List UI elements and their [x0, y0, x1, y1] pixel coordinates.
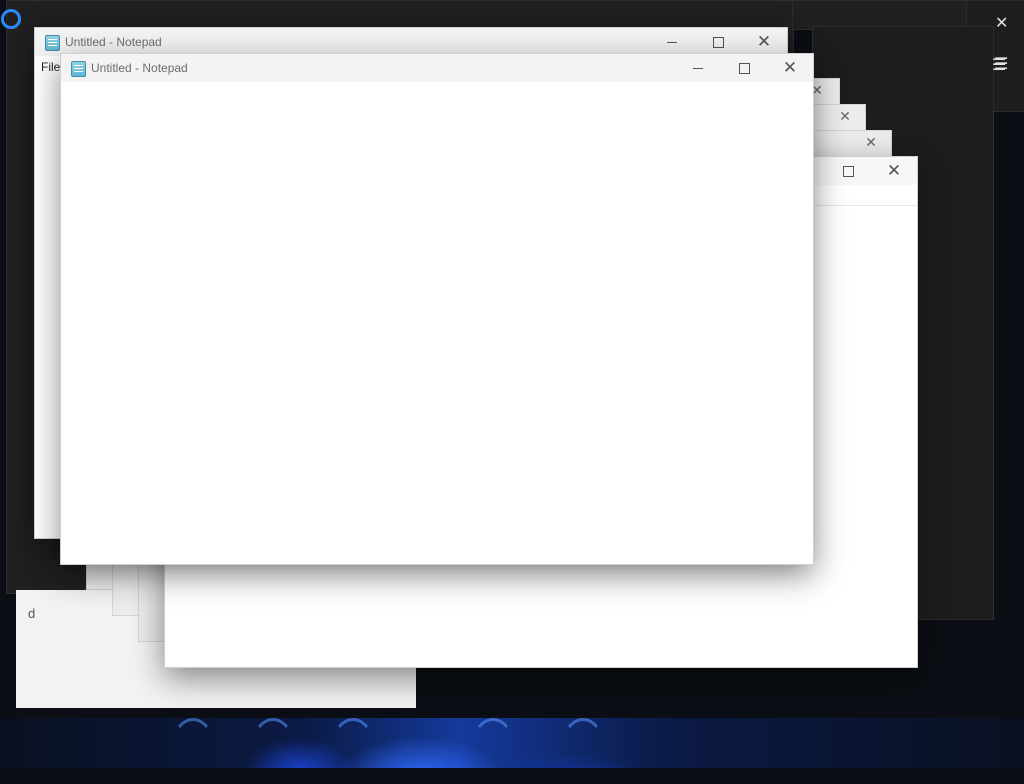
desktop-wallpaper: [0, 718, 1024, 768]
hamburger-icon: ☰: [994, 54, 1009, 73]
window-title: Untitled - Notepad: [91, 61, 188, 75]
title-bar: Untitled - Notepad ✕: [35, 28, 787, 56]
maximize-icon[interactable]: [721, 54, 767, 82]
notepad-icon: [71, 61, 86, 77]
cortana-ring-icon[interactable]: [1, 9, 21, 29]
notepad-window-front: Untitled - Notepad ✕: [60, 53, 814, 565]
close-icon[interactable]: ✕: [871, 157, 917, 185]
title-bar: Untitled - Notepad ✕: [61, 54, 813, 82]
menu-file[interactable]: File: [41, 60, 60, 74]
minimize-icon[interactable]: [649, 28, 695, 56]
maximize-icon[interactable]: [825, 157, 871, 185]
minimize-icon[interactable]: [675, 54, 721, 82]
close-icon[interactable]: ✕: [741, 28, 787, 56]
close-icon[interactable]: ✕: [995, 13, 1008, 32]
maximize-icon[interactable]: [695, 28, 741, 56]
notepad-icon: [45, 35, 60, 51]
partial-text: d: [28, 606, 36, 621]
close-icon[interactable]: ✕: [835, 109, 855, 125]
close-icon[interactable]: ✕: [767, 54, 813, 82]
close-icon[interactable]: ✕: [861, 135, 881, 151]
text-editor-area[interactable]: [61, 82, 813, 564]
window-title: Untitled - Notepad: [65, 35, 162, 49]
menu-button[interactable]: ☰: [992, 50, 1024, 80]
